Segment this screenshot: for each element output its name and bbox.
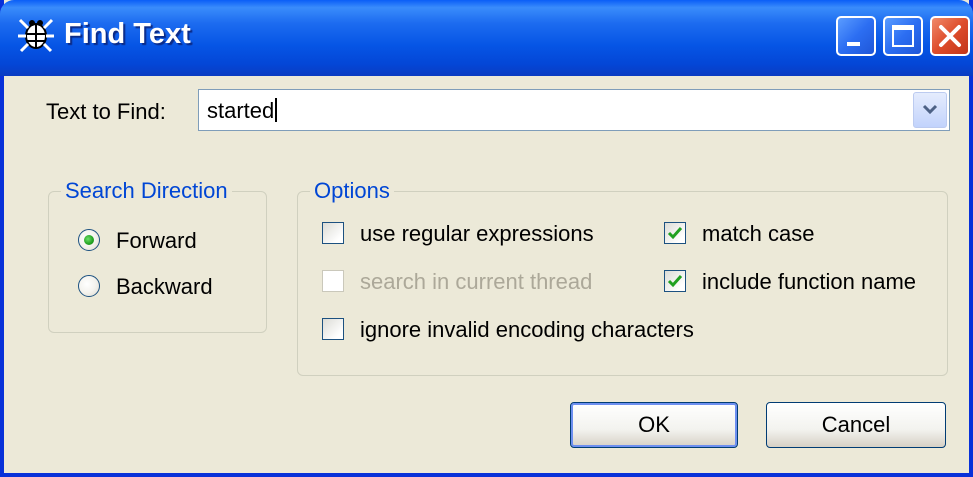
ignore-invalid-encoding-label[interactable]: ignore invalid encoding characters (360, 317, 694, 343)
checkmark-icon (667, 275, 683, 288)
match-case-checkbox[interactable] (664, 222, 686, 244)
search-direction-group: Search Direction (48, 178, 267, 333)
backward-radio[interactable] (78, 275, 100, 297)
forward-radio-label[interactable]: Forward (116, 228, 197, 254)
minimize-icon (847, 42, 860, 46)
use-regular-expressions-label[interactable]: use regular expressions (360, 221, 594, 247)
checkmark-icon (667, 227, 683, 240)
ok-button[interactable]: OK (570, 402, 738, 448)
maximize-button[interactable] (883, 16, 923, 56)
search-in-current-thread-label: search in current thread (360, 269, 593, 294)
ignore-invalid-encoding-checkbox[interactable] (322, 318, 344, 340)
text-to-find-input[interactable]: started (207, 98, 278, 124)
close-icon (939, 25, 961, 47)
combobox-dropdown-button[interactable] (913, 92, 947, 128)
cancel-button[interactable]: Cancel (766, 402, 946, 448)
app-bug-icon (18, 18, 54, 53)
minimize-button[interactable] (836, 16, 876, 56)
maximize-icon (892, 25, 914, 47)
text-to-find-combobox[interactable]: started (198, 89, 950, 131)
use-regular-expressions-checkbox[interactable] (322, 222, 344, 244)
radio-selected-dot (84, 235, 94, 245)
text-cursor (275, 98, 278, 122)
text-to-find-label: Text to Find: (46, 99, 166, 124)
close-button[interactable] (930, 16, 970, 56)
search-in-current-thread-checkbox (322, 270, 344, 292)
match-case-label[interactable]: match case (702, 221, 815, 247)
title-bar[interactable]: Find Text (0, 0, 973, 76)
chevron-down-icon (922, 104, 938, 115)
include-function-name-checkbox[interactable] (664, 270, 686, 292)
backward-radio-label[interactable]: Backward (116, 274, 213, 300)
forward-radio[interactable] (78, 229, 100, 251)
options-legend: Options (314, 178, 390, 203)
window-title: Find Text (64, 18, 191, 50)
search-direction-legend: Search Direction (65, 178, 228, 203)
text-to-find-value: started (207, 98, 275, 123)
include-function-name-label[interactable]: include function name (702, 269, 916, 295)
